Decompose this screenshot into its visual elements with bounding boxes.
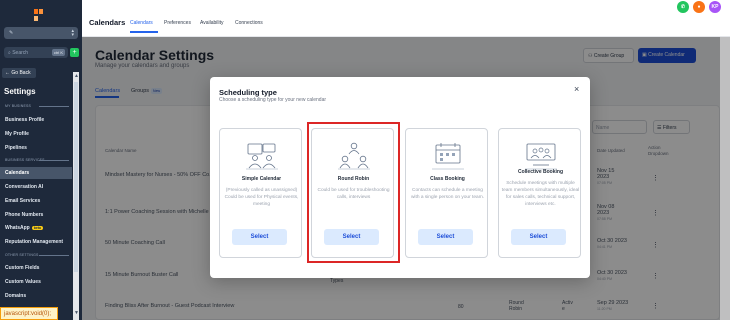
sidebar-item-calendars[interactable]: Calendars (0, 167, 72, 179)
section-business-services: BUSINESS SERVICES (5, 158, 69, 162)
avatar[interactable]: KP (709, 1, 721, 13)
option-title: Class Booking (430, 176, 465, 182)
option-title: Simple Calendar (241, 176, 282, 182)
sidebar-item-business-profile[interactable]: Business Profile (0, 114, 72, 126)
option-simple-calendar[interactable]: Simple Calendar (Previously called as un… (219, 128, 302, 258)
scheduling-type-modal: Scheduling type Choose a scheduling type… (210, 77, 590, 278)
go-back-label: Go Back (11, 70, 31, 76)
round-robin-highlight-box (307, 122, 400, 263)
tab-calendars[interactable]: Calendars (130, 20, 153, 26)
section-other-settings: OTHER SETTINGS (5, 253, 69, 257)
option-desc: (Previously called as unassigned) Could … (224, 188, 299, 207)
option-title: Collective Booking (517, 169, 563, 175)
sidebar-item-whatsapp[interactable]: WhatsApp beta (0, 222, 72, 234)
beta-badge: beta (31, 226, 43, 230)
sidebar-item-custom-fields[interactable]: Custom Fields (0, 262, 72, 274)
search-placeholder: Search (12, 50, 29, 56)
sidebar-item-my-profile[interactable]: My Profile (0, 128, 72, 140)
search-icon: ⌕ (8, 50, 11, 56)
phone-icon[interactable]: ✆ (677, 1, 689, 13)
search-input[interactable]: ⌕ Search ctrl K (4, 47, 68, 58)
collective-booking-icon (525, 143, 557, 170)
top-nav-title: Calendars (89, 18, 126, 27)
sidebar-item-pipelines[interactable]: Pipelines (0, 142, 72, 154)
quick-add-button[interactable]: + (70, 48, 79, 57)
status-bar-url: javascript:void(0); (0, 307, 58, 320)
simple-calendar-icon (246, 143, 278, 170)
option-class-booking[interactable]: Class Booking Contacts can schedule a me… (405, 128, 488, 258)
sidebar-item-domains[interactable]: Domains (0, 290, 72, 302)
scroll-down-icon[interactable]: ▼ (74, 310, 79, 316)
option-collective-booking[interactable]: Collective Booking Schedule meetings wit… (498, 128, 581, 258)
top-nav: Calendars Calendars Preferences Availabi… (82, 0, 730, 37)
tab-preferences[interactable]: Preferences (164, 20, 191, 26)
search-shortcut: ctrl K (51, 49, 65, 56)
modal-title: Scheduling type (219, 88, 277, 97)
sidebar-item-custom-values[interactable]: Custom Values (0, 276, 72, 288)
account-icon: ✎ (9, 30, 14, 36)
active-tab-underline (130, 31, 158, 33)
settings-heading: Settings (4, 87, 36, 96)
modal-subtitle: Choose a scheduling type for your new ca… (219, 97, 327, 103)
go-back-button[interactable]: ← Go Back (2, 68, 36, 78)
sidebar: ✎ ▴ ▾ ⌕ Search ctrl K + ← Go Back Setting… (0, 0, 82, 320)
section-my-business: MY BUSINESS (5, 104, 70, 108)
sidebar-item-email-services[interactable]: Email Services (0, 195, 72, 207)
class-booking-icon (432, 143, 464, 170)
chevron-updown-icon: ▴ ▾ (71, 28, 74, 38)
close-icon[interactable]: × (574, 85, 579, 94)
sidebar-item-reputation[interactable]: Reputation Management (0, 236, 72, 248)
option-desc: Contacts can schedule a meeting with a s… (410, 188, 485, 200)
tab-connections[interactable]: Connections (235, 20, 263, 26)
sidebar-item-phone-numbers[interactable]: Phone Numbers (0, 209, 72, 221)
select-simple-calendar-button[interactable]: Select (232, 229, 287, 245)
option-desc: Schedule meetings with multiple team mem… (501, 181, 580, 207)
page-scrollbar[interactable] (720, 37, 730, 320)
account-switcher[interactable]: ✎ ▴ ▾ (4, 27, 78, 39)
sidebar-scroll-thumb[interactable] (74, 82, 78, 272)
tab-availability[interactable]: Availability (200, 20, 224, 26)
select-class-booking-button[interactable]: Select (418, 229, 473, 245)
scroll-up-icon[interactable]: ▲ (74, 73, 79, 79)
brand-logo (34, 9, 48, 21)
app-root: ✎ ▴ ▾ ⌕ Search ctrl K + ← Go Back Setting… (0, 0, 730, 320)
whatsapp-label: WhatsApp (5, 225, 30, 231)
arrow-left-icon: ← (5, 70, 10, 76)
bell-icon[interactable]: ● (693, 1, 705, 13)
select-collective-booking-button[interactable]: Select (511, 229, 566, 245)
sidebar-item-conversation-ai[interactable]: Conversation AI (0, 181, 72, 193)
